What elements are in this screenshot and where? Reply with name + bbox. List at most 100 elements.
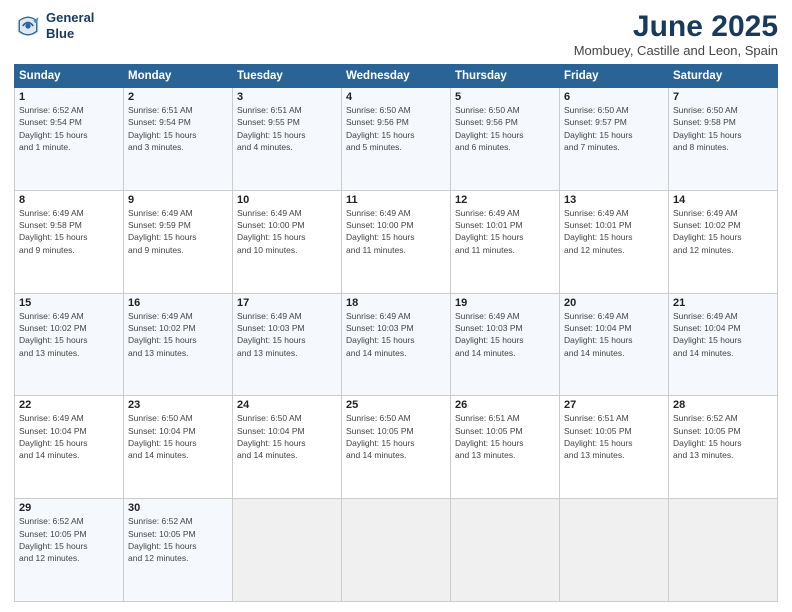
day-number: 3	[237, 91, 337, 103]
day-info: Sunrise: 6:50 AM Sunset: 9:56 PM Dayligh…	[346, 104, 446, 153]
calendar-week-1: 1Sunrise: 6:52 AM Sunset: 9:54 PM Daylig…	[15, 88, 778, 191]
calendar-cell: 30Sunrise: 6:52 AM Sunset: 10:05 PM Dayl…	[124, 499, 233, 602]
calendar-cell: 3Sunrise: 6:51 AM Sunset: 9:55 PM Daylig…	[233, 88, 342, 191]
weekday-header-wednesday: Wednesday	[342, 65, 451, 88]
day-number: 6	[564, 91, 664, 103]
calendar-cell: 18Sunrise: 6:49 AM Sunset: 10:03 PM Dayl…	[342, 293, 451, 396]
calendar-cell: 17Sunrise: 6:49 AM Sunset: 10:03 PM Dayl…	[233, 293, 342, 396]
calendar-cell: 14Sunrise: 6:49 AM Sunset: 10:02 PM Dayl…	[669, 190, 778, 293]
day-number: 25	[346, 399, 446, 411]
day-number: 4	[346, 91, 446, 103]
calendar-cell: 8Sunrise: 6:49 AM Sunset: 9:58 PM Daylig…	[15, 190, 124, 293]
day-info: Sunrise: 6:49 AM Sunset: 10:03 PM Daylig…	[237, 310, 337, 359]
calendar-cell: 13Sunrise: 6:49 AM Sunset: 10:01 PM Dayl…	[560, 190, 669, 293]
calendar-cell	[451, 499, 560, 602]
day-number: 5	[455, 91, 555, 103]
logo-icon	[14, 12, 42, 40]
logo: General Blue	[14, 10, 94, 41]
weekday-header-tuesday: Tuesday	[233, 65, 342, 88]
calendar-cell: 10Sunrise: 6:49 AM Sunset: 10:00 PM Dayl…	[233, 190, 342, 293]
day-info: Sunrise: 6:50 AM Sunset: 10:04 PM Daylig…	[237, 412, 337, 461]
day-number: 17	[237, 297, 337, 309]
day-number: 20	[564, 297, 664, 309]
weekday-header-friday: Friday	[560, 65, 669, 88]
weekday-header-row: SundayMondayTuesdayWednesdayThursdayFrid…	[15, 65, 778, 88]
day-number: 26	[455, 399, 555, 411]
day-info: Sunrise: 6:49 AM Sunset: 10:03 PM Daylig…	[346, 310, 446, 359]
day-info: Sunrise: 6:50 AM Sunset: 9:56 PM Dayligh…	[455, 104, 555, 153]
day-info: Sunrise: 6:49 AM Sunset: 9:58 PM Dayligh…	[19, 207, 119, 256]
day-number: 16	[128, 297, 228, 309]
calendar-cell: 7Sunrise: 6:50 AM Sunset: 9:58 PM Daylig…	[669, 88, 778, 191]
day-info: Sunrise: 6:49 AM Sunset: 10:02 PM Daylig…	[673, 207, 773, 256]
page: General Blue June 2025 Mombuey, Castille…	[0, 0, 792, 612]
day-info: Sunrise: 6:49 AM Sunset: 10:00 PM Daylig…	[237, 207, 337, 256]
day-number: 14	[673, 194, 773, 206]
calendar-cell: 26Sunrise: 6:51 AM Sunset: 10:05 PM Dayl…	[451, 396, 560, 499]
calendar-cell	[669, 499, 778, 602]
day-info: Sunrise: 6:49 AM Sunset: 10:02 PM Daylig…	[19, 310, 119, 359]
calendar-cell: 12Sunrise: 6:49 AM Sunset: 10:01 PM Dayl…	[451, 190, 560, 293]
calendar-cell: 6Sunrise: 6:50 AM Sunset: 9:57 PM Daylig…	[560, 88, 669, 191]
day-info: Sunrise: 6:51 AM Sunset: 10:05 PM Daylig…	[564, 412, 664, 461]
calendar-cell	[233, 499, 342, 602]
day-number: 13	[564, 194, 664, 206]
day-info: Sunrise: 6:49 AM Sunset: 10:01 PM Daylig…	[564, 207, 664, 256]
day-number: 22	[19, 399, 119, 411]
weekday-header-monday: Monday	[124, 65, 233, 88]
day-info: Sunrise: 6:50 AM Sunset: 9:57 PM Dayligh…	[564, 104, 664, 153]
day-info: Sunrise: 6:50 AM Sunset: 9:58 PM Dayligh…	[673, 104, 773, 153]
day-info: Sunrise: 6:49 AM Sunset: 9:59 PM Dayligh…	[128, 207, 228, 256]
calendar-cell: 23Sunrise: 6:50 AM Sunset: 10:04 PM Dayl…	[124, 396, 233, 499]
header: General Blue June 2025 Mombuey, Castille…	[14, 10, 778, 58]
day-info: Sunrise: 6:52 AM Sunset: 10:05 PM Daylig…	[128, 515, 228, 564]
day-info: Sunrise: 6:49 AM Sunset: 10:02 PM Daylig…	[128, 310, 228, 359]
day-number: 19	[455, 297, 555, 309]
calendar-cell: 28Sunrise: 6:52 AM Sunset: 10:05 PM Dayl…	[669, 396, 778, 499]
weekday-header-thursday: Thursday	[451, 65, 560, 88]
day-info: Sunrise: 6:51 AM Sunset: 9:55 PM Dayligh…	[237, 104, 337, 153]
calendar-cell: 25Sunrise: 6:50 AM Sunset: 10:05 PM Dayl…	[342, 396, 451, 499]
day-info: Sunrise: 6:49 AM Sunset: 10:03 PM Daylig…	[455, 310, 555, 359]
calendar-cell	[560, 499, 669, 602]
day-number: 7	[673, 91, 773, 103]
calendar-cell	[342, 499, 451, 602]
calendar-cell: 21Sunrise: 6:49 AM Sunset: 10:04 PM Dayl…	[669, 293, 778, 396]
calendar-cell: 20Sunrise: 6:49 AM Sunset: 10:04 PM Dayl…	[560, 293, 669, 396]
day-number: 9	[128, 194, 228, 206]
calendar-cell: 29Sunrise: 6:52 AM Sunset: 10:05 PM Dayl…	[15, 499, 124, 602]
calendar-week-5: 29 Sunrise: 6:52 AM Sunset: 10:05 PM Dayl…	[15, 499, 778, 602]
day-number: 1	[19, 91, 119, 103]
subtitle: Mombuey, Castille and Leon, Spain	[574, 43, 778, 58]
day-info: Sunrise: 6:51 AM Sunset: 10:05 PM Daylig…	[455, 412, 555, 461]
day-info: Sunrise: 6:49 AM Sunset: 10:00 PM Daylig…	[346, 207, 446, 256]
calendar-cell: 9Sunrise: 6:49 AM Sunset: 9:59 PM Daylig…	[124, 190, 233, 293]
day-number: 28	[673, 399, 773, 411]
day-info: Sunrise: 6:50 AM Sunset: 10:05 PM Daylig…	[346, 412, 446, 461]
logo-text: General Blue	[46, 10, 94, 41]
day-number: 29	[19, 502, 119, 514]
calendar-week-4: 22Sunrise: 6:49 AM Sunset: 10:04 PM Dayl…	[15, 396, 778, 499]
weekday-header-sunday: Sunday	[15, 65, 124, 88]
day-info: Sunrise: 6:51 AM Sunset: 9:54 PM Dayligh…	[128, 104, 228, 153]
calendar-cell: 19Sunrise: 6:49 AM Sunset: 10:03 PM Dayl…	[451, 293, 560, 396]
day-info: Sunrise: 6:52 AM Sunset: 10:05 PM Daylig…	[673, 412, 773, 461]
day-number: 27	[564, 399, 664, 411]
calendar-week-2: 8Sunrise: 6:49 AM Sunset: 9:58 PM Daylig…	[15, 190, 778, 293]
day-number: 30	[128, 502, 228, 514]
day-info: Sunrise: 6:49 AM Sunset: 10:04 PM Daylig…	[673, 310, 773, 359]
calendar-cell: 2Sunrise: 6:51 AM Sunset: 9:54 PM Daylig…	[124, 88, 233, 191]
calendar-cell: 11Sunrise: 6:49 AM Sunset: 10:00 PM Dayl…	[342, 190, 451, 293]
calendar-week-3: 15Sunrise: 6:49 AM Sunset: 10:02 PM Dayl…	[15, 293, 778, 396]
month-title: June 2025	[574, 10, 778, 43]
day-number: 15	[19, 297, 119, 309]
day-info: Sunrise: 6:49 AM Sunset: 10:01 PM Daylig…	[455, 207, 555, 256]
calendar-cell: 16Sunrise: 6:49 AM Sunset: 10:02 PM Dayl…	[124, 293, 233, 396]
calendar-cell: 24Sunrise: 6:50 AM Sunset: 10:04 PM Dayl…	[233, 396, 342, 499]
day-number: 2	[128, 91, 228, 103]
day-number: 21	[673, 297, 773, 309]
calendar-table: SundayMondayTuesdayWednesdayThursdayFrid…	[14, 64, 778, 602]
day-info: Sunrise: 6:50 AM Sunset: 10:04 PM Daylig…	[128, 412, 228, 461]
calendar-cell: 1Sunrise: 6:52 AM Sunset: 9:54 PM Daylig…	[15, 88, 124, 191]
calendar-cell: 15Sunrise: 6:49 AM Sunset: 10:02 PM Dayl…	[15, 293, 124, 396]
